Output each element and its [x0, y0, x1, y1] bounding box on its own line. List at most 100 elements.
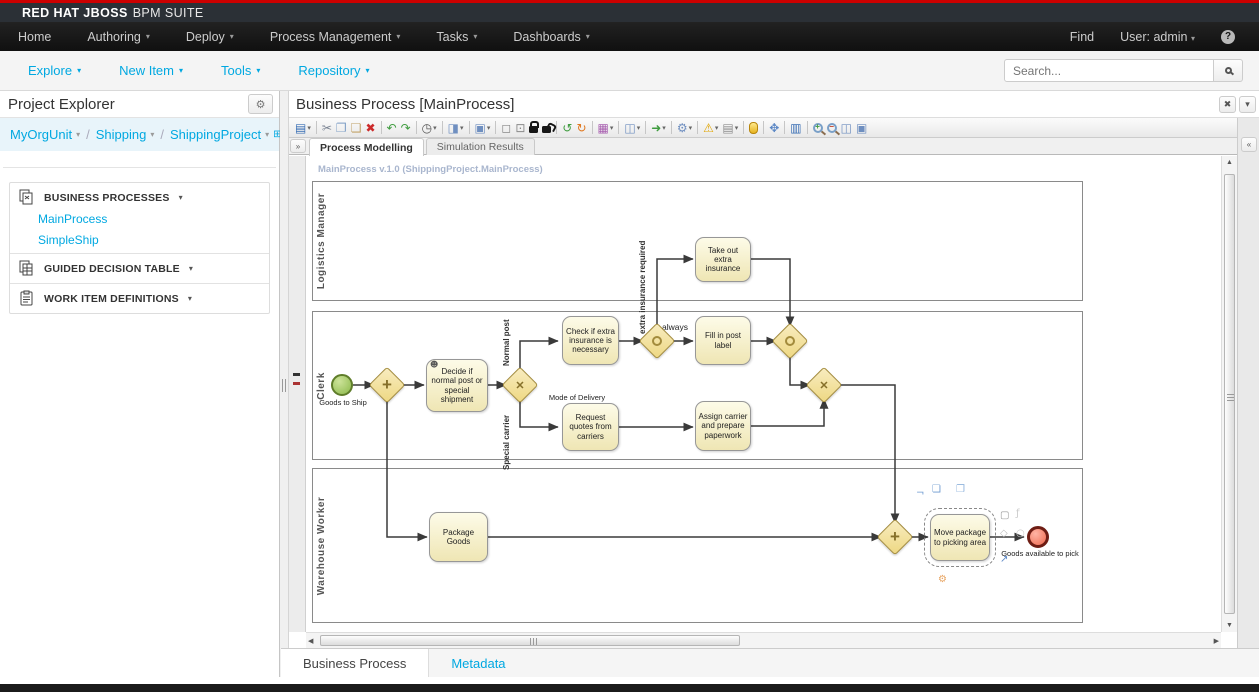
scroll-up-icon[interactable]: ▲ [1222, 159, 1237, 166]
collapse-panel-icon[interactable]: « [1241, 137, 1257, 152]
zoom-out-icon [827, 123, 837, 133]
redo-button[interactable]: ↷ [399, 119, 413, 137]
validate-button[interactable]: ⚠▾ [701, 119, 720, 137]
nav-item-process-management[interactable]: Process Management▾ [252, 22, 419, 51]
section-business-processes[interactable]: BUSINESS PROCESSES ▾ [10, 183, 269, 212]
find-link[interactable]: Find [1070, 30, 1094, 44]
subnav-item-explore[interactable]: Explore▾ [28, 63, 81, 78]
unlock-button[interactable] [540, 119, 553, 137]
fill-post-label-task[interactable]: Fill in post label [695, 316, 751, 365]
horizontal-scroll-thumb[interactable] [320, 635, 740, 646]
paste-button[interactable]: ❏ [349, 119, 364, 137]
nav-item-dashboards[interactable]: Dashboards▾ [495, 22, 607, 51]
process-link-simpleship[interactable]: SimpleShip [38, 233, 269, 247]
checkbox-icon[interactable]: ▢ [1000, 510, 1009, 521]
take-out-insurance-task[interactable]: Take out extra insurance [695, 237, 751, 282]
print-button[interactable]: ▣▾ [473, 119, 493, 137]
help-icon[interactable]: ? [1221, 30, 1235, 44]
decide-task[interactable]: Decide if normal post or special shipmen… [426, 359, 488, 412]
wrench-icon[interactable]: ⚙ [938, 574, 947, 585]
panel-splitter[interactable] [280, 91, 289, 677]
bottom-tab-metadata[interactable]: Metadata [429, 649, 527, 677]
editor-header: Business Process [MainProcess] ✖ ▾ [289, 91, 1259, 118]
panel-menu-icon[interactable]: ▾ [1239, 96, 1256, 113]
gateway-ghost-icon[interactable]: ◇ [1000, 528, 1008, 539]
deselect-marquee-button[interactable]: ⊡ [513, 119, 527, 137]
tab-simulation-results[interactable]: Simulation Results [426, 138, 535, 155]
cut-button[interactable]: ✂ [320, 119, 334, 137]
check-insurance-task[interactable]: Check if extra insurance is necessary [562, 316, 619, 365]
explorer-title: Project Explorer [0, 96, 115, 113]
nav-item-deploy[interactable]: Deploy▾ [168, 22, 252, 51]
search-input[interactable] [1004, 59, 1214, 82]
script-icon[interactable]: ƒ [1016, 508, 1020, 519]
package-goods-task[interactable]: Package Goods [429, 512, 488, 562]
undo-icon: ↶ [387, 119, 397, 137]
tools-button[interactable]: ⚙▾ [675, 119, 694, 137]
section-guided-decision-table[interactable]: GUIDED DECISION TABLE ▾ [10, 254, 269, 283]
fit-width-button[interactable]: ◫ [839, 119, 854, 137]
start-event[interactable] [331, 374, 353, 396]
end-event[interactable] [1027, 526, 1049, 548]
undo-button[interactable]: ↶ [385, 119, 399, 137]
bottom-tab-business-process[interactable]: Business Process [281, 649, 429, 677]
subnav-item-tools[interactable]: Tools▾ [221, 63, 260, 78]
nav-item-authoring[interactable]: Authoring▾ [69, 22, 168, 51]
event-ghost-icon[interactable]: ○ [1016, 528, 1025, 539]
select-marquee-button[interactable]: ◻ [499, 119, 513, 137]
subnav-item-new-item[interactable]: New Item▾ [119, 63, 183, 78]
dock-icon[interactable]: ¬ [916, 488, 924, 499]
nav-item-home[interactable]: Home [0, 22, 69, 51]
gear-icon[interactable]: ⚙ [248, 94, 273, 114]
search-button[interactable] [1214, 59, 1243, 82]
lock-button[interactable] [527, 119, 540, 137]
import-button[interactable]: ▥ [788, 119, 803, 137]
history-button[interactable]: ◷▾ [420, 119, 439, 137]
delete-button[interactable]: ✖ [363, 119, 377, 137]
doc-gear-icon[interactable]: ❐ [956, 484, 965, 495]
process-link-mainprocess[interactable]: MainProcess [38, 212, 269, 226]
zoom-out-button[interactable] [825, 119, 839, 137]
save-button[interactable]: ▤▾ [293, 119, 313, 137]
properties-button[interactable]: ◫▾ [622, 119, 642, 137]
user-menu[interactable]: User: admin ▾ [1120, 30, 1195, 44]
subnav-item-repository[interactable]: Repository▾ [298, 63, 369, 78]
fit-screen-button[interactable]: ▣ [854, 119, 869, 137]
assign-carrier-task[interactable]: Assign carrier and prepare paperwork [695, 401, 751, 451]
coin-button[interactable] [747, 119, 760, 137]
user-menu-label: User: admin [1120, 30, 1187, 44]
tools-icon: ⚙ [677, 119, 688, 137]
scroll-down-icon[interactable]: ▼ [1222, 622, 1237, 629]
process-canvas[interactable]: MainProcess v.1.0 (ShippingProject.MainP… [306, 156, 1221, 632]
tab-process-modelling[interactable]: Process Modelling [309, 138, 424, 156]
zoom-in-button[interactable] [811, 119, 825, 137]
vertical-scrollbar[interactable]: ▲ ▼ [1221, 156, 1237, 632]
request-quotes-task[interactable]: Request quotes from carriers [562, 403, 619, 451]
explorer-header: Project Explorer ⚙ [0, 91, 279, 118]
save-layout-button[interactable]: ▤▾ [720, 119, 740, 137]
nav-item-tasks[interactable]: Tasks▾ [418, 22, 495, 51]
connect-out-button[interactable]: ↺ [560, 119, 574, 137]
vertical-scroll-thumb[interactable] [1224, 174, 1235, 614]
add-node-button[interactable]: ◨▾ [446, 119, 466, 137]
chevron-down-icon: ▾ [256, 66, 260, 75]
add-doc-icon[interactable]: ❏ [932, 484, 941, 495]
breadcrumb-org-unit[interactable]: MyOrgUnit▾ [10, 127, 80, 142]
expand-palette-icon[interactable]: » [290, 139, 306, 153]
scroll-left-icon[interactable]: ◀ [308, 637, 313, 645]
move-package-task[interactable]: Move package to picking area [930, 514, 990, 561]
connect-in-button[interactable]: ↻ [574, 119, 588, 137]
close-icon[interactable]: ✖ [1219, 96, 1236, 113]
scroll-right-icon[interactable]: ▶ [1214, 637, 1219, 645]
copy-button[interactable]: ❐ [334, 119, 349, 137]
section-work-item-definitions[interactable]: WORK ITEM DEFINITIONS ▾ [10, 284, 269, 313]
horizontal-scrollbar[interactable]: ◀ ▶ [306, 632, 1221, 648]
move-button[interactable]: ✥ [767, 119, 781, 137]
collapsed-palette-strip[interactable] [289, 156, 306, 632]
lane-label: Logistics Manager [316, 193, 327, 289]
export-button[interactable]: ➜▾ [649, 119, 668, 137]
breadcrumb-repository[interactable]: Shipping▾ [96, 127, 155, 142]
edge-arrow-icon[interactable]: ↗ [1000, 554, 1008, 565]
breadcrumb-project[interactable]: ShippingProject▾⊞ [170, 127, 281, 142]
color-grid-button[interactable]: ▦▾ [596, 119, 616, 137]
